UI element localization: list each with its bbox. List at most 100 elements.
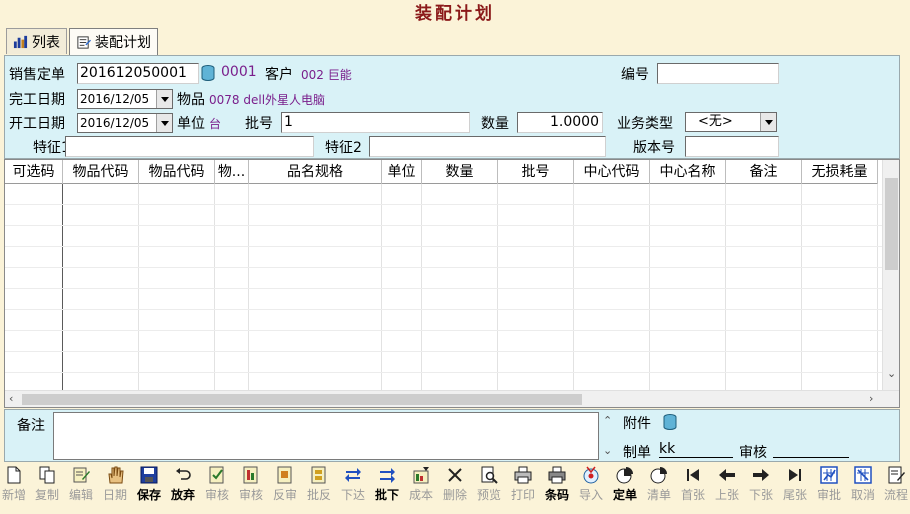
audit-button[interactable]: 审核 <box>200 465 234 509</box>
edit-icon <box>73 467 90 483</box>
last-button[interactable]: 尾张 <box>778 465 812 509</box>
column-header[interactable]: 备注 <box>726 160 802 184</box>
date-button[interactable]: 日期 <box>98 465 132 509</box>
discard-button[interactable]: 放弃 <box>166 465 200 509</box>
next-button[interactable]: 下张 <box>744 465 778 509</box>
scroll-right-icon[interactable]: › <box>869 390 873 407</box>
column-header[interactable]: 无损耗量 <box>802 160 878 184</box>
column-header[interactable]: 数量 <box>422 160 498 184</box>
column-header[interactable]: 单位 <box>382 160 422 184</box>
preview-icon <box>481 466 498 484</box>
column-header[interactable]: 物品代码 <box>63 160 139 184</box>
sales-order-input[interactable]: 201612050001 <box>77 63 199 84</box>
finish-date-value: 2016/12/05 <box>80 92 150 106</box>
edit-button[interactable]: 编辑 <box>64 465 98 509</box>
delete-button[interactable]: 删除 <box>438 465 472 509</box>
column-header[interactable]: 物品代码 <box>139 160 215 184</box>
order-button[interactable]: 定单 <box>608 465 642 509</box>
cancel-button[interactable]: 取消 <box>846 465 880 509</box>
auditor-label: 审核 <box>739 445 767 461</box>
new-button[interactable]: 新增 <box>0 465 31 509</box>
cost-button-label: 成本 <box>408 488 433 502</box>
grid-hline <box>5 267 883 268</box>
copy-icon <box>39 466 55 484</box>
batch-input[interactable]: 1 <box>281 112 470 133</box>
tab-list[interactable]: 列表 <box>6 28 67 54</box>
tab-assembly-plan[interactable]: 装配计划 <box>69 28 158 55</box>
detail-grid[interactable]: 可选码 物品代码 物品代码 物... 品名规格 单位 数量 批号 中心代码 中心… <box>4 159 900 408</box>
grid-body[interactable] <box>5 184 883 392</box>
feature2-label: 特征2 <box>325 140 362 156</box>
notes-textarea[interactable] <box>53 412 599 460</box>
start-date-picker[interactable]: 2016/12/05 <box>77 113 173 133</box>
vertical-scrollbar[interactable]: ⌄ <box>882 160 899 392</box>
notes-panel: 备注 ⌃ ⌄ 附件 制单 kk 审核 <box>4 409 900 462</box>
scroll-down-icon[interactable]: ⌄ <box>887 365 896 382</box>
biz-type-label: 业务类型 <box>617 116 673 132</box>
audit2-button[interactable]: 审核 <box>234 465 268 509</box>
cost-button[interactable]: 成本 <box>404 465 438 509</box>
start-date-label: 开工日期 <box>9 116 65 132</box>
unit-value: 台 <box>209 117 222 131</box>
horizontal-scroll-thumb[interactable] <box>22 394 582 405</box>
first-button[interactable]: 首张 <box>676 465 710 509</box>
preview-button-label: 预览 <box>476 488 501 502</box>
list-button[interactable]: 清单 <box>642 465 676 509</box>
column-header[interactable]: 中心名称 <box>650 160 726 184</box>
audit2-button-label: 审核 <box>238 488 263 502</box>
chevron-down-icon[interactable] <box>156 114 172 132</box>
flow-button-label: 流程 <box>883 488 908 502</box>
feature2-input[interactable] <box>369 136 606 157</box>
barcode-button-label: 条码 <box>544 488 569 502</box>
chevron-down-icon[interactable] <box>760 113 776 131</box>
grid-hline <box>5 246 883 247</box>
attachment-database-icon[interactable] <box>663 414 677 430</box>
unaudit-button[interactable]: 反审 <box>268 465 302 509</box>
column-header[interactable]: 物... <box>215 160 249 184</box>
feature1-input[interactable] <box>65 136 314 157</box>
batch-unaudit-button[interactable]: 批反 <box>302 465 336 509</box>
discard-button-label: 放弃 <box>170 488 195 502</box>
grid-hline <box>5 204 883 205</box>
finish-date-picker[interactable]: 2016/12/05 <box>77 89 173 109</box>
scroll-left-icon[interactable]: ‹ <box>9 390 13 407</box>
vertical-scroll-thumb[interactable] <box>885 178 898 270</box>
unaudit-icon <box>277 466 292 484</box>
serial-input[interactable] <box>657 63 779 84</box>
flow-button[interactable]: 流程 <box>879 465 910 509</box>
sales-order-label: 销售定单 <box>9 67 65 83</box>
column-header[interactable]: 批号 <box>498 160 574 184</box>
version-input[interactable] <box>685 136 779 157</box>
barcode-button[interactable]: 条码 <box>540 465 574 509</box>
qty-input[interactable]: 1.0000 <box>517 112 603 133</box>
issue-button[interactable]: 下达 <box>336 465 370 509</box>
save-button[interactable]: 保存 <box>132 465 166 509</box>
column-header[interactable]: 可选码 <box>5 160 63 184</box>
horizontal-scrollbar[interactable]: ‹ › <box>5 390 899 407</box>
import-button[interactable]: 导入 <box>574 465 608 509</box>
preview-button[interactable]: 预览 <box>472 465 506 509</box>
save-icon <box>140 466 158 484</box>
order-button-label: 定单 <box>612 488 637 502</box>
biz-type-select[interactable]: <无> <box>685 112 777 132</box>
edit-button-label: 编辑 <box>68 488 93 502</box>
approve-icon <box>820 466 838 484</box>
copy-button[interactable]: 复制 <box>30 465 64 509</box>
date-button-label: 日期 <box>102 488 127 502</box>
notes-scroll-up-icon[interactable]: ⌃ <box>603 412 612 429</box>
qty-label: 数量 <box>481 116 509 132</box>
notes-scroll-down-icon[interactable]: ⌄ <box>603 442 612 459</box>
approve-button[interactable]: 审批 <box>812 465 846 509</box>
list-button-label: 清单 <box>646 488 671 502</box>
print-button[interactable]: 打印 <box>506 465 540 509</box>
copy-button-label: 复制 <box>34 488 59 502</box>
batch-issue-button[interactable]: 批下 <box>370 465 404 509</box>
column-header[interactable]: 品名规格 <box>249 160 382 184</box>
column-header[interactable]: 中心代码 <box>574 160 650 184</box>
database-lookup-icon[interactable] <box>201 65 215 81</box>
prev-button[interactable]: 上张 <box>710 465 744 509</box>
order-pie-icon <box>616 467 633 484</box>
start-date-value: 2016/12/05 <box>80 116 150 130</box>
chevron-down-icon[interactable] <box>156 90 172 108</box>
issue-button-label: 下达 <box>340 488 365 502</box>
